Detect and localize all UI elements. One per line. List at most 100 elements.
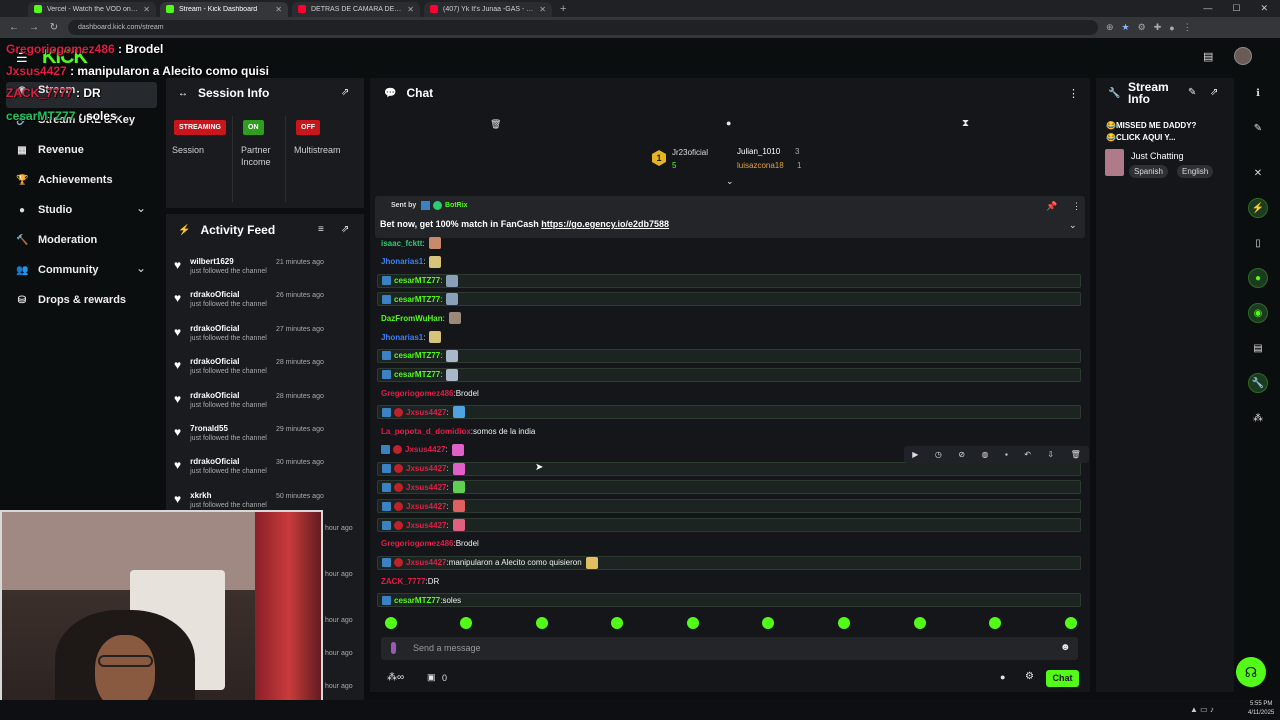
emote-icon[interactable] xyxy=(385,617,397,629)
bookmark-star-icon[interactable]: ★ xyxy=(1122,22,1130,33)
popout-icon[interactable]: ⇗ xyxy=(1210,87,1218,98)
emote-icon[interactable] xyxy=(989,617,1001,629)
chat-username[interactable]: Jxsus4427 xyxy=(406,558,446,567)
chat-message[interactable]: isaac_fcktt: xyxy=(377,236,1081,250)
notifications-icon[interactable]: ▤ xyxy=(1203,50,1213,63)
message-input[interactable]: Send a message xyxy=(413,643,481,653)
chat-input-box[interactable]: Send a message ☻ xyxy=(381,637,1078,660)
close-window-icon[interactable]: ✕ xyxy=(1260,3,1268,14)
new-tab-button[interactable]: + xyxy=(560,3,566,15)
chat-message[interactable]: cesarMTZ77: xyxy=(377,348,1081,363)
minimize-icon[interactable]: — xyxy=(1203,3,1212,14)
pinned-menu-icon[interactable]: ⋮ xyxy=(1072,201,1081,212)
back-icon[interactable]: ← xyxy=(8,22,20,33)
user-avatar[interactable] xyxy=(1234,47,1252,65)
feed-user[interactable]: wilbert1629 xyxy=(190,257,267,266)
chat-username[interactable]: Jxsus4427 xyxy=(406,408,446,417)
message-icon[interactable]: ● xyxy=(726,118,731,128)
feed-user[interactable]: rdrakoOficial xyxy=(190,357,267,366)
chat-username[interactable]: Jhonarias1 xyxy=(381,333,423,342)
sidebar-item-moderation[interactable]: 🔨 Moderation xyxy=(16,234,97,246)
chat-username[interactable]: DazFromWuHan xyxy=(381,314,443,323)
chevron-down-icon[interactable]: ⌄ xyxy=(726,176,734,187)
chat-message[interactable]: cesarMTZ77: xyxy=(377,292,1081,307)
feed-user[interactable]: xkrkh xyxy=(190,491,267,500)
chat-username[interactable]: Gregoriogomez486 xyxy=(381,389,453,398)
chat-message[interactable]: Jxsus4427: manipularon a Alecito como qu… xyxy=(377,555,1081,570)
play-icon[interactable]: ▶ xyxy=(912,450,918,459)
pinned-sender[interactable]: BotRix xyxy=(445,202,468,209)
browser-tab[interactable]: Stream - Kick Dashboard ✕ xyxy=(160,1,288,17)
extension-icon[interactable]: ⚙ xyxy=(1138,22,1146,33)
maximize-icon[interactable]: ☐ xyxy=(1232,3,1240,14)
slash-icon[interactable]: ⊘ xyxy=(958,450,965,459)
feed-user[interactable]: rdrakoOficial xyxy=(190,324,267,333)
url-field[interactable]: dashboard.kick.com/stream xyxy=(68,20,1098,35)
chat-message[interactable]: Jxsus4427: xyxy=(377,461,1081,476)
emote-icon[interactable] xyxy=(611,617,623,629)
chevron-down-icon[interactable]: ⌄ xyxy=(136,261,146,275)
sidebar-item-drops-rewards[interactable]: ⛁ Drops & rewards xyxy=(16,294,126,306)
popout-icon[interactable]: ⇗ xyxy=(341,224,349,235)
lightning-tool-icon[interactable]: ⚡ xyxy=(1248,198,1268,218)
chat-username[interactable]: Jxsus4427 xyxy=(406,483,446,492)
chat-message[interactable]: Jxsus4427: xyxy=(377,499,1081,514)
emote-icon[interactable] xyxy=(1065,617,1077,629)
reload-icon[interactable]: ↻ xyxy=(48,22,60,33)
chat-username[interactable]: La_popota_d_domidiox xyxy=(381,427,471,436)
expand-chevron-icon[interactable]: ⌄ xyxy=(1069,220,1077,231)
info-icon[interactable]: ℹ xyxy=(1248,83,1268,103)
chat-message[interactable]: cesarMTZ77: soles xyxy=(377,593,1081,608)
tab-close-icon[interactable]: ✕ xyxy=(539,5,546,14)
nodes-icon[interactable]: ⁂ xyxy=(1248,408,1268,428)
emote-icon[interactable] xyxy=(687,617,699,629)
chevron-down-icon[interactable]: ⌄ xyxy=(136,201,146,215)
browser-tab[interactable]: Vercel - Watch the VOD on Ki ✕ xyxy=(28,1,156,17)
broadcast-icon[interactable]: ◉ xyxy=(1248,303,1268,323)
crosshair-icon[interactable]: ✕ xyxy=(1248,163,1268,183)
chat-username[interactable]: cesarMTZ77 xyxy=(394,276,440,285)
chat-username[interactable]: ZACK_7777 xyxy=(381,577,425,586)
reply-icon[interactable]: ◍ xyxy=(981,450,988,459)
feed-user[interactable]: 7ronald55 xyxy=(190,424,267,433)
undo-icon[interactable]: ↶ xyxy=(1024,450,1031,459)
settings-gear-icon[interactable]: ⚙ xyxy=(1025,671,1034,682)
chat-username[interactable]: Jxsus4427 xyxy=(406,502,446,511)
emote-icon[interactable] xyxy=(762,617,774,629)
feed-user[interactable]: rdrakoOficial xyxy=(190,457,267,466)
chat-username[interactable]: cesarMTZ77 xyxy=(394,351,440,360)
edit-pencil-icon[interactable]: ✎ xyxy=(1188,87,1196,98)
sidebar-item-achievements[interactable]: 🏆 Achievements xyxy=(16,174,113,186)
chat-username[interactable]: Jxsus4427 xyxy=(406,464,446,473)
chat-message[interactable]: ZACK_7777: DR xyxy=(377,574,1081,588)
chat-message[interactable]: Jhonarias1: xyxy=(377,255,1081,269)
forward-icon[interactable]: → xyxy=(28,22,40,33)
filter-icon[interactable]: ≡ xyxy=(318,224,324,235)
pinned-link[interactable]: https://go.egency.io/e2db7588 xyxy=(541,219,669,229)
chat-username[interactable]: Gregoriogomez486 xyxy=(381,539,453,548)
chat-message[interactable]: Gregoriogomez486: Brodel xyxy=(377,537,1081,551)
tab-close-icon[interactable]: ✕ xyxy=(275,5,282,14)
chat-message[interactable]: Jxsus4427: xyxy=(377,405,1081,420)
delete-icon[interactable]: 🗑 xyxy=(1071,450,1081,459)
sidebar-item-revenue[interactable]: ▦ Revenue xyxy=(16,144,84,156)
tab-close-icon[interactable]: ✕ xyxy=(143,5,150,14)
chat-username[interactable]: isaac_fcktt xyxy=(381,239,422,248)
leader-first-name[interactable]: Jr23oficial xyxy=(672,148,708,157)
feed-user[interactable]: rdrakoOficial xyxy=(190,391,267,400)
chat-menu-icon[interactable]: ⋮ xyxy=(1068,87,1079,100)
chat-username[interactable]: Jxsus4427 xyxy=(406,521,446,530)
tag-chip[interactable]: Spanish xyxy=(1129,165,1168,178)
emote-icon[interactable] xyxy=(838,617,850,629)
pin-icon[interactable]: 📌 xyxy=(1046,201,1057,212)
emote-icon[interactable] xyxy=(536,617,548,629)
trash-icon[interactable]: 🗑 xyxy=(490,119,501,130)
hourglass-icon[interactable]: ⧗ xyxy=(962,118,969,129)
chat-message[interactable]: Gregoriogomez486: Brodel xyxy=(377,386,1081,400)
menu-dots-icon[interactable]: ⋮ xyxy=(1183,22,1192,33)
chat-username[interactable]: Jhonarias1 xyxy=(381,257,423,266)
chat-message[interactable]: cesarMTZ77: xyxy=(377,367,1081,382)
page-icon[interactable]: ▯ xyxy=(1248,233,1268,253)
chat-message[interactable]: DazFromWuHan: xyxy=(377,311,1081,325)
leader-second-name[interactable]: Julian_1010 xyxy=(737,147,780,156)
